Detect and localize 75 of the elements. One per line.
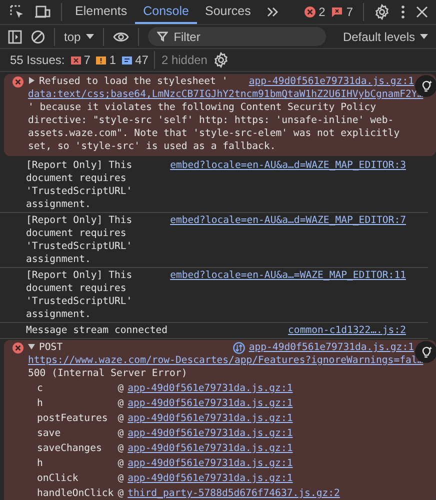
error-icon [12, 76, 24, 88]
source-link[interactable]: common-c1d1322….js:2 [288, 324, 406, 337]
more-options-icon[interactable] [400, 4, 406, 20]
at-sign: @ [118, 412, 124, 425]
settings-icon[interactable] [213, 52, 230, 68]
source-link[interactable]: app-49d0f561e79731da.js.gz:1 [248, 75, 414, 88]
message-text: ' because it violates the following Content Security Policy directive: "style-src 'self' http: https: 'unsafe-inline' web-assets.waze.com". Note that 'style-src-elem' was not explicitly set, so 'style-src' is used as a fallback. [28, 101, 401, 153]
message-text: [Report Only] This document requires 'TrustedScriptURL' assignment. [26, 270, 132, 320]
issue-icon [331, 6, 344, 18]
down-triangle-icon[interactable] [28, 343, 35, 350]
source-link[interactable]: app-49d0f561e79731da.js.gz:1 [248, 341, 414, 354]
issue-count-button[interactable]: 7 [70, 53, 90, 67]
right-triangle-icon[interactable] [28, 77, 35, 84]
function-name: c [37, 382, 44, 395]
message-text: Refused to load the stylesheet ' [39, 76, 228, 87]
at-sign: @ [118, 487, 124, 500]
issue-count-button[interactable]: 1 [96, 53, 116, 67]
message-text: [Report Only] This document requires 'TrustedScriptURL' assignment. [26, 160, 132, 210]
function-name: h [37, 457, 44, 470]
message-text: Message stream connected [26, 325, 168, 336]
clear-console-icon[interactable] [31, 30, 45, 44]
error-count-button[interactable]: 2 [304, 5, 326, 19]
hidden-count: 2 hidden [161, 53, 208, 67]
caret-icon [420, 34, 428, 39]
at-sign: @ [118, 397, 124, 410]
stack-link[interactable]: app-49d0f561e79731da.js.gz:1 [128, 442, 436, 455]
issue-count-button[interactable]: 7 [331, 5, 353, 19]
log-levels-dropdown[interactable]: Default levels [342, 30, 428, 44]
function-name: onClick [37, 472, 80, 485]
stack-link[interactable]: third_party-5788d5d676f74637.js.gz:2 [128, 487, 436, 500]
issue-count-button[interactable]: 47 [122, 53, 148, 67]
at-sign: @ [118, 457, 124, 470]
stack-link[interactable]: app-49d0f561e79731da.js.gz:1 [128, 412, 436, 425]
warning-issue-icon [96, 56, 106, 64]
error-icon [304, 6, 316, 18]
at-sign: @ [118, 382, 124, 395]
source-link[interactable]: embed?locale=en-AU&a…d=WAZE_MAP_EDITOR:7 [170, 214, 406, 227]
issues-label: 55 Issues: [10, 53, 65, 67]
error-issue-icon [70, 56, 81, 64]
url-link[interactable]: https://www.waze.com/row-Descartes/app/Features?ignoreWarnings=fal… [28, 354, 424, 367]
stack-link[interactable]: app-49d0f561e79731da.js.gz:1 [128, 427, 436, 440]
at-sign: @ [118, 472, 124, 485]
function-name: save [37, 427, 62, 440]
at-sign: @ [118, 427, 124, 440]
inspect-icon[interactable] [9, 4, 25, 20]
message-text: [Report Only] This document requires 'TrustedScriptURL' assignment. [26, 215, 132, 265]
stack-link[interactable]: app-49d0f561e79731da.js.gz:1 [128, 382, 436, 395]
filter-field[interactable]: Filter [148, 27, 326, 46]
error-icon [12, 342, 24, 354]
panel-tab[interactable]: Console [135, 0, 197, 24]
function-name: handleOnClick [37, 487, 114, 500]
eye-icon[interactable] [112, 30, 129, 42]
panel-tab[interactable]: Elements [67, 0, 136, 24]
panel-tab[interactable]: Sources [196, 0, 259, 24]
url-link[interactable]: data:text/css;base64,LmNzcCB7IGJhY2tncm91bmQtaW1hZ2U6IHVybCgnamF2Y… [28, 88, 424, 101]
settings-icon[interactable] [374, 4, 390, 20]
context-dropdown[interactable]: top [64, 30, 94, 44]
info-issue-icon [122, 56, 132, 64]
more-tabs-icon[interactable] [266, 6, 280, 18]
source-link[interactable]: embed?locale=en-AU&a…=WAZE_MAP_EDITOR:11 [170, 269, 406, 282]
sidebar-toggle-icon[interactable] [8, 30, 22, 44]
message-text: 500 (Internal Server Error) [28, 367, 188, 380]
message-text: POST [39, 342, 63, 353]
function-name: h [37, 397, 44, 410]
function-name: saveChanges [37, 442, 103, 455]
source-link[interactable]: embed?locale=en-AU&a…d=WAZE_MAP_EDITOR:3 [170, 159, 406, 172]
at-sign: @ [118, 442, 124, 455]
network-request-icon[interactable] [232, 342, 245, 354]
device-toolbar-icon[interactable] [35, 4, 51, 20]
function-name: postFeatures [37, 412, 109, 425]
caret-icon [86, 34, 94, 39]
stack-link[interactable]: app-49d0f561e79731da.js.gz:1 [128, 457, 436, 470]
close-icon[interactable] [416, 6, 428, 18]
stack-link[interactable]: app-49d0f561e79731da.js.gz:1 [128, 472, 436, 485]
stack-link[interactable]: app-49d0f561e79731da.js.gz:1 [128, 397, 436, 410]
